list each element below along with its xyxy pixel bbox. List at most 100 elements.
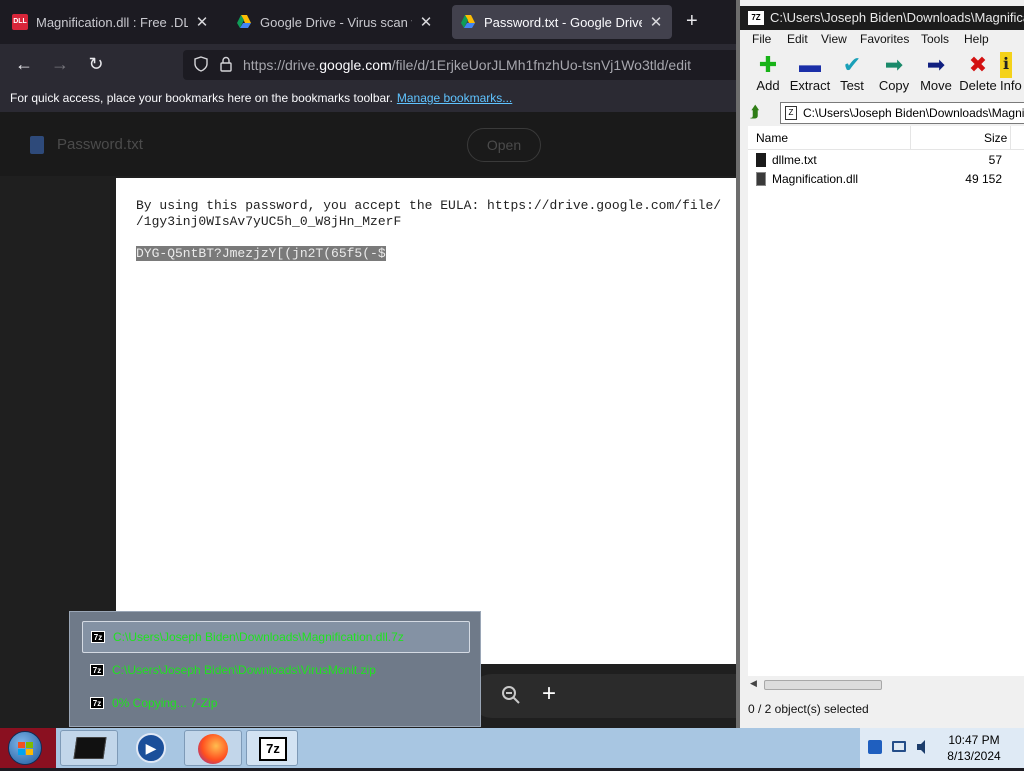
- close-icon[interactable]: ✕: [194, 13, 210, 31]
- 7zip-app-icon: 7Z: [748, 11, 764, 25]
- system-tray: 10:47 PM 8/13/2024: [860, 728, 1024, 768]
- tab-label: Magnification.dll : Free .DLL do: [36, 14, 188, 30]
- browser-tab-bar: DLL Magnification.dll : Free .DLL do ✕ G…: [0, 0, 736, 44]
- zoom-out-icon[interactable]: [500, 684, 522, 706]
- zoom-in-icon[interactable]: +: [542, 680, 556, 708]
- info-button[interactable]: ℹ Info: [1000, 52, 1024, 93]
- lock-icon[interactable]: [219, 56, 233, 72]
- delete-label: Delete: [959, 78, 997, 93]
- taskbar: ▶ 7z 10:47 PM 8/13/2024: [0, 728, 1024, 768]
- delete-button[interactable]: ✖ Delete: [956, 52, 1000, 93]
- taskbar-app-terminal[interactable]: [60, 730, 118, 766]
- url-bar[interactable]: https://drive.google.com/file/d/1ErjkeUo…: [183, 50, 736, 80]
- check-icon: ✔: [842, 52, 862, 77]
- copy-button[interactable]: ➡ Copy: [872, 52, 916, 93]
- list-header: Name Size: [748, 126, 1024, 150]
- shield-icon[interactable]: [193, 56, 209, 72]
- new-tab-button[interactable]: +: [686, 10, 698, 33]
- 7zip-icon: 7z: [90, 664, 104, 676]
- volume-icon[interactable]: [916, 739, 930, 755]
- status-bar: 0 / 2 object(s) selected: [748, 698, 1024, 720]
- document-page[interactable]: By using this password, you accept the E…: [116, 178, 736, 664]
- zoom-controls: +: [470, 674, 736, 718]
- test-button[interactable]: ✔ Test: [830, 52, 874, 93]
- tab-virus-scan[interactable]: Google Drive - Virus scan warni ✕: [228, 5, 442, 39]
- network-icon[interactable]: [892, 741, 906, 752]
- reload-button[interactable]: ↻: [84, 54, 108, 75]
- path-field[interactable]: Z C:\Users\Joseph Biden\Downloads\Magnif…: [780, 102, 1024, 124]
- start-button[interactable]: [0, 728, 56, 768]
- menu-tools[interactable]: Tools: [921, 32, 949, 46]
- add-label: Add: [756, 78, 780, 93]
- column-size[interactable]: Size: [984, 131, 1007, 145]
- close-icon[interactable]: ✕: [418, 13, 434, 31]
- open-button[interactable]: Open: [467, 128, 541, 162]
- menu-file[interactable]: File: [752, 32, 771, 46]
- security-icon[interactable]: [868, 740, 882, 754]
- manage-bookmarks-link[interactable]: Manage bookmarks...: [397, 91, 512, 105]
- file-name: Magnification.dll: [772, 172, 859, 186]
- media-player-icon: ▶: [136, 733, 166, 763]
- add-button[interactable]: ✚ Add: [746, 52, 790, 93]
- forward-button[interactable]: →: [48, 54, 72, 75]
- plus-icon: ✚: [758, 52, 778, 77]
- test-label: Test: [840, 78, 864, 93]
- terminal-icon: [73, 737, 107, 759]
- url-text[interactable]: https://drive.google.com/file/d/1ErjkeUo…: [243, 57, 691, 73]
- scroll-thumb[interactable]: [764, 680, 882, 690]
- column-divider: [910, 126, 911, 150]
- extract-button[interactable]: ▬ Extract: [788, 52, 832, 93]
- jumplist-item[interactable]: 7z C:\Users\Joseph Biden\Downloads\Magni…: [82, 621, 470, 653]
- taskbar-app-media-player[interactable]: ▶: [124, 730, 178, 766]
- list-item[interactable]: dllme.txt 57: [748, 150, 1024, 170]
- text-file-icon: [756, 153, 766, 167]
- close-icon[interactable]: ✕: [648, 13, 664, 31]
- info-label: Info: [1000, 78, 1022, 93]
- horizontal-scrollbar[interactable]: ◀: [748, 676, 1024, 694]
- doc-selected-line: DYG-Q5ntBT?JmezjzY[(jn2T(65f5(-$: [136, 246, 386, 261]
- move-button[interactable]: ➡ Move: [914, 52, 958, 93]
- tab-magnification-dll[interactable]: DLL Magnification.dll : Free .DLL do ✕: [4, 5, 218, 39]
- menu-edit[interactable]: Edit: [787, 32, 808, 46]
- menu-favorites[interactable]: Favorites: [860, 32, 909, 46]
- file-list: dllme.txt 57 Magnification.dll 49 152: [748, 150, 1024, 676]
- info-icon: ℹ: [1000, 52, 1012, 78]
- jumplist-label: 0% Copying... 7-Zip: [112, 696, 218, 710]
- back-button[interactable]: ←: [12, 54, 36, 75]
- window-title: C:\Users\Joseph Biden\Downloads\Magnific…: [770, 10, 1024, 25]
- bookmarks-toolbar: For quick access, place your bookmarks h…: [0, 86, 736, 112]
- file-name: dllme.txt: [772, 153, 817, 167]
- tab-password-txt[interactable]: Password.txt - Google Drive ✕: [452, 5, 672, 39]
- clock[interactable]: 10:47 PM 8/13/2024: [930, 732, 1018, 764]
- up-folder-icon[interactable]: ⮭: [750, 104, 768, 122]
- doc-line-2: /1gy3inj0WIsAv7yUC5h_0_W8jHn_MzerF: [136, 214, 402, 229]
- dll-icon: DLL: [12, 14, 28, 30]
- move-arrow-icon: ➡: [926, 52, 946, 77]
- tab-label: Password.txt - Google Drive: [484, 14, 642, 30]
- minus-icon: ▬: [799, 52, 821, 77]
- column-name[interactable]: Name: [756, 131, 788, 145]
- taskbar-app-7zip[interactable]: 7z: [246, 730, 298, 766]
- taskbar-app-firefox[interactable]: [184, 730, 242, 766]
- scroll-left-icon[interactable]: ◀: [750, 678, 757, 689]
- 7zip-icon: 7z: [91, 631, 105, 643]
- file-name: Password.txt: [57, 136, 143, 153]
- 7zip-icon: 7z: [90, 697, 104, 709]
- jumplist-label: C:\Users\Joseph Biden\Downloads\VirusMon…: [112, 663, 376, 677]
- path-text: C:\Users\Joseph Biden\Downloads\Magnifi: [803, 106, 1024, 120]
- jumplist-item[interactable]: 7z 0% Copying... 7-Zip: [82, 687, 470, 719]
- copy-label: Copy: [878, 78, 910, 93]
- 7zip-icon: 7z: [259, 737, 287, 761]
- taskbar-thumbnail-list: 7z C:\Users\Joseph Biden\Downloads\Magni…: [69, 611, 481, 727]
- 7zip-title-bar[interactable]: 7Z C:\Users\Joseph Biden\Downloads\Magni…: [740, 6, 1024, 30]
- tab-label: Google Drive - Virus scan warni: [260, 14, 412, 30]
- menu-view[interactable]: View: [821, 32, 847, 46]
- password-selection[interactable]: DYG-Q5ntBT?JmezjzY[(jn2T(65f5(-$: [136, 246, 386, 261]
- menu-help[interactable]: Help: [964, 32, 989, 46]
- toolbar: ✚ Add ▬ Extract ✔ Test ➡ Copy ➡ Move ✖ Delete …: [740, 48, 1024, 100]
- jumplist-label: C:\Users\Joseph Biden\Downloads\Magnific…: [113, 630, 404, 644]
- list-item[interactable]: Magnification.dll 49 152: [748, 169, 1024, 189]
- menu-bar: File Edit View Favorites Tools Help: [740, 30, 1024, 48]
- jumplist-item[interactable]: 7z C:\Users\Joseph Biden\Downloads\Virus…: [82, 654, 470, 686]
- windows-logo-icon: [8, 731, 42, 765]
